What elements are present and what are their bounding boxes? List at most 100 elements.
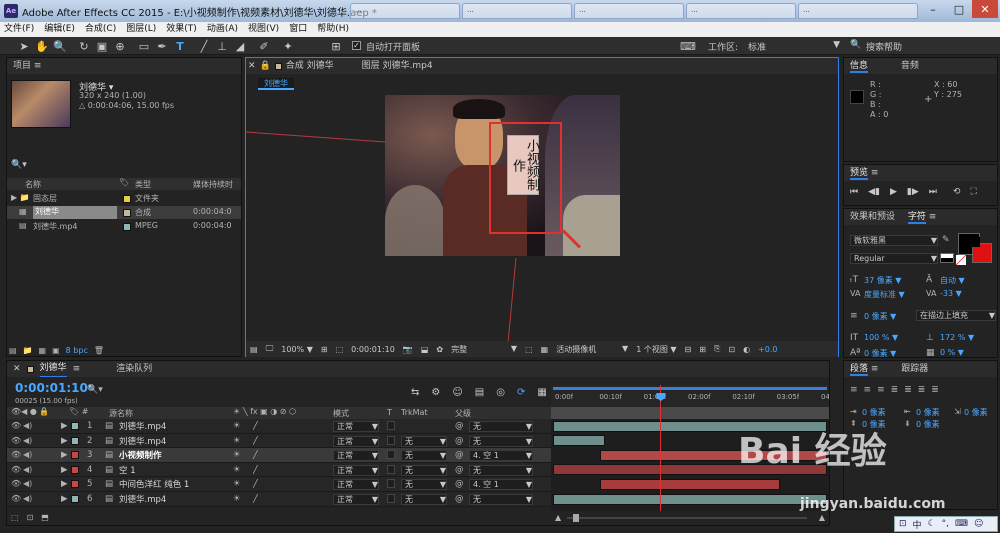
justify-last-left-icon[interactable]: ≣ [891, 385, 899, 395]
layer-label-color[interactable] [71, 422, 79, 430]
align-left-icon[interactable]: ≡ [850, 385, 858, 395]
align-right-icon[interactable]: ≡ [877, 385, 885, 395]
expand-layer-icon[interactable]: ▶ [61, 465, 68, 475]
next-frame-icon[interactable]: ▮▶ [907, 187, 919, 197]
camera-snapshot-icon[interactable]: 📷 [403, 345, 413, 354]
blend-mode-dropdown[interactable]: 正常 ▼ [333, 494, 379, 505]
current-time[interactable]: 0:00:01:10 [15, 381, 88, 395]
column-parent[interactable]: 父级 [455, 408, 471, 419]
column-type[interactable]: 类型 [135, 179, 151, 190]
zoom-slider[interactable]: ▲ ▲ [551, 513, 829, 523]
shy-icon[interactable]: ☺ [452, 387, 462, 398]
column-t[interactable]: T [387, 408, 392, 417]
new-folder-icon[interactable]: 📁 [23, 346, 33, 355]
quality-switch-icon[interactable]: ╱ [253, 436, 258, 446]
preserve-transparency-toggle[interactable] [387, 450, 395, 460]
workspace-dropdown[interactable]: 标准 ▼ [748, 40, 840, 53]
blend-mode-dropdown[interactable]: 正常 ▼ [333, 479, 379, 491]
trkmat-dropdown[interactable]: 无 ▼ [401, 435, 447, 447]
justify-last-center-icon[interactable]: ≣ [904, 385, 912, 395]
loop-icon[interactable]: ⟲ [953, 187, 961, 197]
preserve-transparency-toggle[interactable] [387, 421, 395, 430]
eyedropper-icon[interactable]: ✎ [942, 235, 950, 245]
tab-timeline-comp[interactable]: 刘德华 [39, 361, 67, 377]
menu-view[interactable]: 视图(V) [248, 22, 279, 37]
align-center-icon[interactable]: ≡ [864, 385, 872, 395]
new-comp-icon[interactable]: ▦ [39, 346, 47, 355]
no-color-icon[interactable] [956, 255, 966, 265]
puppet-pin-tool-icon[interactable]: ✦ [280, 38, 296, 54]
project-tab[interactable]: 项目 ≡ [7, 58, 241, 74]
brainstorm-icon[interactable]: ▦ [537, 387, 546, 398]
justify-all-icon[interactable]: ≣ [931, 385, 939, 395]
region-icon[interactable]: ⬚ [336, 345, 344, 354]
audio-icon[interactable]: ◀) [23, 465, 32, 474]
layer-label-color[interactable] [71, 495, 79, 503]
quality-switch-icon[interactable]: ╱ [253, 450, 258, 460]
channel-icon[interactable]: ✿ [436, 345, 443, 354]
timeline-search-icon[interactable]: 🔍▾ [87, 385, 103, 395]
expand-layer-icon[interactable]: ▶ [61, 436, 68, 446]
null-layer-bounding-box[interactable] [489, 122, 562, 234]
resolution-dropdown[interactable]: 完整 ▼ [451, 344, 517, 355]
preserve-transparency-toggle[interactable] [387, 435, 395, 445]
parent-dropdown[interactable]: 无 ▼ [469, 464, 533, 476]
frame-blending-icon[interactable]: ▤ [475, 387, 484, 398]
tab-paragraph[interactable]: 段落 [850, 364, 869, 376]
audio-icon[interactable]: ◀) [23, 450, 32, 459]
shy-switch-icon[interactable]: ☀ [233, 494, 241, 504]
close-timeline-icon[interactable]: ✕ [13, 361, 21, 377]
snapshot-icon[interactable]: 🖵 [266, 344, 274, 354]
always-preview-icon[interactable]: ▤ [250, 345, 258, 354]
bpc-icon[interactable]: ▣ [52, 346, 60, 355]
zoom-tool-icon[interactable]: 🔍 [52, 38, 68, 54]
stroke-width-field[interactable]: 0 像素 ▼ [864, 311, 896, 322]
pickwhip-icon[interactable]: @ [455, 465, 464, 475]
audio-icon[interactable]: ◀) [23, 436, 32, 445]
horizontal-scale-field[interactable]: 172 % ▼ [940, 333, 974, 342]
layer-duration-bar[interactable] [553, 493, 827, 505]
color-swap-icon[interactable] [940, 253, 954, 263]
tab-audio[interactable]: 音频 [901, 61, 919, 71]
browser-tab[interactable]: ... [798, 3, 918, 19]
column-name[interactable]: 名称 [25, 179, 41, 190]
pan-behind-tool-icon[interactable]: ⊕ [112, 38, 128, 54]
views-dropdown[interactable]: 1 个视图 ▼ [636, 344, 676, 355]
panel-toggle-icon[interactable]: ⊞ [328, 38, 344, 54]
visibility-eye-icon[interactable]: 👁 [11, 450, 21, 459]
tab-render-queue[interactable]: 渲染队列 [116, 361, 152, 377]
menu-file[interactable]: 文件(F) [4, 22, 34, 37]
visibility-eye-icon[interactable]: 👁 [11, 421, 21, 430]
ime-user-icon[interactable]: ☺ [974, 519, 983, 529]
magnification-dropdown[interactable]: 100% ▼ [281, 345, 313, 354]
blend-mode-dropdown[interactable]: 正常 ▼ [333, 421, 379, 432]
browser-tab[interactable]: ... [462, 3, 572, 19]
shy-switch-icon[interactable]: ☀ [233, 421, 241, 431]
parent-dropdown[interactable]: 无 ▼ [469, 421, 533, 432]
parent-dropdown[interactable]: 无 ▼ [469, 494, 533, 505]
visibility-eye-icon[interactable]: 👁 [11, 465, 21, 474]
project-row[interactable]: ▦ 刘德华 合成 0:00:04:0 [7, 206, 241, 219]
project-search-icon[interactable]: 🔍▾ [11, 160, 27, 170]
layer-label-color[interactable] [71, 451, 79, 460]
shy-switch-icon[interactable]: ☀ [233, 450, 241, 460]
indent-right-field[interactable]: 0 像素 [916, 407, 940, 418]
parent-dropdown[interactable]: 4. 空 1 ▼ [469, 479, 533, 491]
transparency-grid-icon[interactable]: ▦ [541, 345, 549, 354]
draft-3d-icon[interactable]: ⚙ [431, 387, 440, 398]
blend-mode-dropdown[interactable]: 正常 ▼ [333, 435, 379, 447]
column-trkmat[interactable]: TrkMat [401, 408, 428, 417]
layer-name[interactable]: 刘德华.mp4 [119, 493, 229, 505]
audio-icon[interactable]: ◀) [23, 421, 32, 430]
toggle-switches-icon[interactable]: ⬚ [11, 513, 19, 522]
visibility-eye-icon[interactable]: 👁 [11, 479, 21, 488]
shy-switch-icon[interactable]: ☀ [233, 479, 241, 489]
preserve-transparency-toggle[interactable] [387, 494, 395, 503]
layer-row[interactable]: 👁 ◀) ▶ 4 ▤ 空 1 ☀ ╱ 正常 ▼ 无 ▼ @ 无 ▼ [7, 462, 551, 478]
leading-field[interactable]: 自动 ▼ [940, 275, 965, 286]
layer-name[interactable]: 小视频制作 [119, 449, 229, 461]
tracking-field[interactable]: -33 ▼ [940, 289, 962, 298]
fast-preview-icon[interactable]: ⊞ [699, 345, 706, 354]
expand-layer-icon[interactable]: ▶ [61, 494, 68, 504]
ime-punct-icon[interactable]: °, [942, 519, 949, 529]
